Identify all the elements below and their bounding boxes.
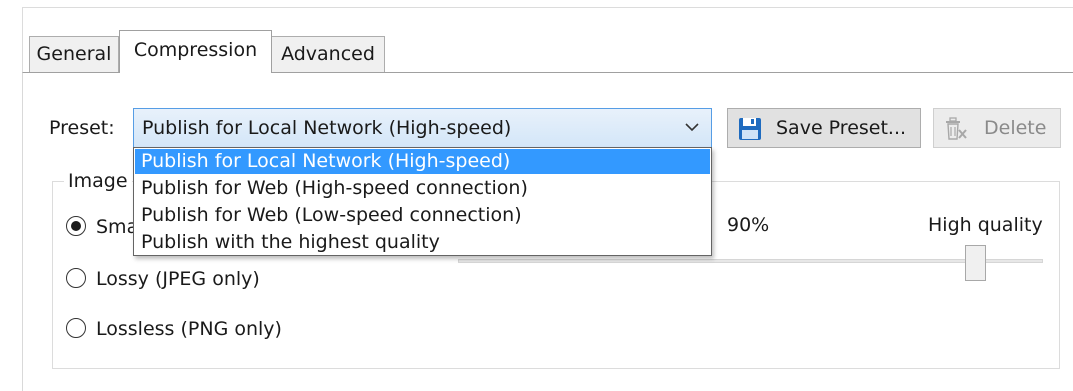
tab-general[interactable]: General (29, 36, 119, 72)
tab-advanced[interactable]: Advanced (271, 36, 385, 72)
quality-slider-track[interactable] (458, 259, 1043, 263)
delete-label: Delete (984, 117, 1047, 139)
dropdown-option[interactable]: Publish for Web (High-speed connection) (135, 176, 710, 201)
tab-advanced-label: Advanced (281, 43, 375, 65)
chevron-down-icon (685, 123, 699, 132)
preset-label: Preset: (49, 117, 115, 139)
tab-general-label: General (36, 43, 112, 65)
radio-lossless-label: Lossless (PNG only) (96, 318, 282, 340)
preset-dropdown-list: Publish for Local Network (High-speed) P… (133, 147, 712, 256)
radio-lossy-label: Lossy (JPEG only) (96, 268, 260, 290)
preset-combobox[interactable]: Publish for Local Network (High-speed) (133, 108, 712, 148)
quality-slider-thumb[interactable] (965, 245, 986, 281)
floppy-disk-icon (739, 118, 761, 140)
radio-button[interactable] (66, 268, 86, 288)
preset-selected-value: Publish for Local Network (High-speed) (142, 117, 512, 139)
delete-icon (946, 117, 967, 140)
tab-compression-label: Compression (133, 39, 258, 61)
high-quality-label: High quality (928, 214, 1043, 236)
dialog-border-top (22, 7, 1073, 8)
radio-button-checked[interactable] (66, 216, 86, 236)
image-group-title: Image (64, 169, 132, 193)
delete-button[interactable]: Delete (933, 108, 1061, 148)
save-preset-button[interactable]: Save Preset... (727, 108, 921, 148)
dropdown-option[interactable]: Publish with the highest quality (135, 230, 710, 255)
dropdown-option[interactable]: Publish for Web (Low-speed connection) (135, 203, 710, 228)
radio-smallest-label: Sma (96, 216, 139, 238)
radio-button[interactable] (66, 318, 86, 338)
quality-value: 90% (727, 214, 770, 236)
save-preset-label: Save Preset... (776, 117, 907, 139)
dropdown-option[interactable]: Publish for Local Network (High-speed) (135, 149, 710, 174)
tab-compression[interactable]: Compression (119, 30, 272, 73)
